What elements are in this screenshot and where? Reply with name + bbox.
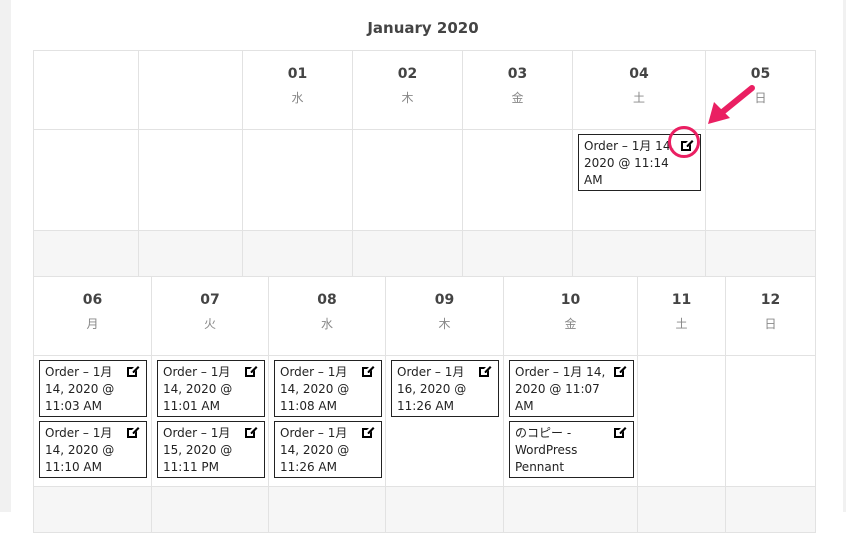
day-footer bbox=[151, 486, 269, 533]
day-header-02: 02 木 bbox=[352, 50, 463, 130]
day-header-06: 06 月 bbox=[33, 276, 152, 356]
event-title: Order – 1月 14, 2020 @ 11:01 AM bbox=[163, 365, 233, 413]
day-footer bbox=[352, 230, 463, 277]
day-header-04: 04 土 bbox=[572, 50, 706, 130]
day-weekday: 木 bbox=[401, 91, 414, 105]
day-footer bbox=[572, 230, 706, 277]
day-footer bbox=[503, 486, 638, 533]
event-item[interactable]: Order – 1月 14, 2020 @ 11:08 AM bbox=[274, 360, 382, 417]
day-weekday: 水 bbox=[291, 91, 304, 105]
day-weekday: 土 bbox=[632, 91, 645, 105]
day-footer bbox=[725, 486, 816, 533]
day-footer bbox=[637, 486, 726, 533]
day-number: 05 bbox=[750, 66, 771, 82]
day-footer bbox=[268, 486, 386, 533]
edit-note-icon[interactable] bbox=[244, 425, 258, 439]
day-footer bbox=[705, 230, 816, 277]
day-footer bbox=[33, 486, 152, 533]
event-item[interactable]: Order – 1月 14, 2020 @ 11:01 AM bbox=[157, 360, 265, 417]
event-title: Order – 1月 14, 2020 @ 11:14 AM bbox=[584, 139, 675, 187]
day-cell-08[interactable]: Order – 1月 14, 2020 @ 11:08 AM Order – 1… bbox=[268, 355, 386, 487]
day-cell-09[interactable]: Order – 1月 16, 2020 @ 11:26 AM bbox=[385, 355, 504, 487]
day-weekday: 日 bbox=[764, 317, 777, 331]
highlight-circle bbox=[668, 126, 700, 158]
day-number: 09 bbox=[434, 292, 455, 308]
day-weekday: 月 bbox=[86, 317, 99, 331]
event-title: のコピー - WordPress Pennant bbox=[515, 426, 578, 474]
day-cell[interactable] bbox=[33, 129, 139, 231]
event-title: Order – 1月 14, 2020 @ 11:03 AM bbox=[45, 365, 115, 413]
edit-note-icon[interactable] bbox=[244, 364, 258, 378]
edit-note-icon[interactable] bbox=[613, 425, 627, 439]
day-weekday: 木 bbox=[438, 317, 451, 331]
edit-note-icon[interactable] bbox=[361, 364, 375, 378]
day-number: 06 bbox=[82, 292, 103, 308]
day-footer bbox=[385, 486, 504, 533]
day-footer bbox=[33, 230, 139, 277]
day-cell-11[interactable] bbox=[637, 355, 726, 487]
edit-note-icon[interactable] bbox=[361, 425, 375, 439]
day-cell-02[interactable] bbox=[352, 129, 463, 231]
day-cell[interactable] bbox=[138, 129, 243, 231]
day-weekday: 土 bbox=[675, 317, 688, 331]
day-header-11: 11 土 bbox=[637, 276, 726, 356]
left-gutter bbox=[0, 0, 11, 512]
day-header-empty bbox=[138, 50, 243, 130]
day-header-07: 07 火 bbox=[151, 276, 269, 356]
calendar-week-1: 01 水 02 木 03 金 04 土 05 日 Order – 1月 14, 2020 … bbox=[33, 50, 816, 277]
month-title: January 2020 bbox=[367, 19, 479, 37]
day-footer bbox=[138, 230, 243, 277]
day-weekday: 金 bbox=[511, 91, 524, 105]
day-cell-06[interactable]: Order – 1月 14, 2020 @ 11:03 AM Order – 1… bbox=[33, 355, 152, 487]
day-header-08: 08 水 bbox=[268, 276, 386, 356]
day-number: 02 bbox=[397, 66, 418, 82]
day-footer bbox=[462, 230, 573, 277]
day-header-10: 10 金 bbox=[503, 276, 638, 356]
event-title: Order – 1月 14, 2020 @ 11:26 AM bbox=[280, 426, 350, 474]
day-header-01: 01 水 bbox=[242, 50, 353, 130]
day-number: 12 bbox=[760, 292, 781, 308]
day-number: 01 bbox=[287, 66, 308, 82]
day-number: 04 bbox=[629, 66, 649, 82]
day-cell-07[interactable]: Order – 1月 14, 2020 @ 11:01 AM Order – 1… bbox=[151, 355, 269, 487]
day-weekday: 火 bbox=[203, 317, 216, 331]
edit-note-icon[interactable] bbox=[126, 425, 140, 439]
event-item[interactable]: のコピー - WordPress Pennant bbox=[509, 421, 634, 478]
event-title: Order – 1月 14, 2020 @ 11:08 AM bbox=[280, 365, 350, 413]
day-header-03: 03 金 bbox=[462, 50, 573, 130]
day-cell-03[interactable] bbox=[462, 129, 573, 231]
event-title: Order – 1月 16, 2020 @ 11:26 AM bbox=[397, 365, 467, 413]
edit-note-icon[interactable] bbox=[478, 364, 492, 378]
day-cell-10[interactable]: Order – 1月 14, 2020 @ 11:07 AM のコピー - Wo… bbox=[503, 355, 638, 487]
event-title: Order – 1月 14, 2020 @ 11:07 AM bbox=[515, 365, 606, 413]
day-weekday: 金 bbox=[564, 317, 577, 331]
edit-note-icon[interactable] bbox=[613, 364, 627, 378]
event-item[interactable]: Order – 1月 14, 2020 @ 11:10 AM bbox=[39, 421, 147, 478]
arrow-icon bbox=[708, 85, 755, 124]
day-footer bbox=[242, 230, 353, 277]
event-item[interactable]: Order – 1月 16, 2020 @ 11:26 AM bbox=[391, 360, 499, 417]
event-item[interactable]: Order – 1月 14, 2020 @ 11:03 AM bbox=[39, 360, 147, 417]
event-title: Order – 1月 14, 2020 @ 11:10 AM bbox=[45, 426, 115, 474]
event-item[interactable]: Order – 1月 14, 2020 @ 11:07 AM bbox=[509, 360, 634, 417]
day-number: 07 bbox=[200, 292, 220, 308]
day-weekday: 水 bbox=[320, 317, 333, 331]
day-number: 03 bbox=[507, 66, 528, 82]
day-number: 08 bbox=[317, 292, 337, 308]
day-header-empty bbox=[33, 50, 139, 130]
calendar-week-2: 06 月 07 火 08 水 09 木 10 金 11 土 12 日 Order – 1月 1… bbox=[33, 276, 816, 533]
event-item[interactable]: Order – 1月 14, 2020 @ 11:26 AM bbox=[274, 421, 382, 478]
day-number: 11 bbox=[671, 292, 692, 308]
event-title: Order – 1月 15, 2020 @ 11:11 PM bbox=[163, 426, 233, 474]
day-cell-12[interactable] bbox=[725, 355, 816, 487]
day-header-12: 12 日 bbox=[725, 276, 816, 356]
day-header-09: 09 木 bbox=[385, 276, 504, 356]
edit-note-icon[interactable] bbox=[126, 364, 140, 378]
day-cell-01[interactable] bbox=[242, 129, 353, 231]
day-cell-05[interactable] bbox=[705, 129, 816, 231]
event-item[interactable]: Order – 1月 15, 2020 @ 11:11 PM bbox=[157, 421, 265, 478]
day-number: 10 bbox=[560, 292, 581, 308]
